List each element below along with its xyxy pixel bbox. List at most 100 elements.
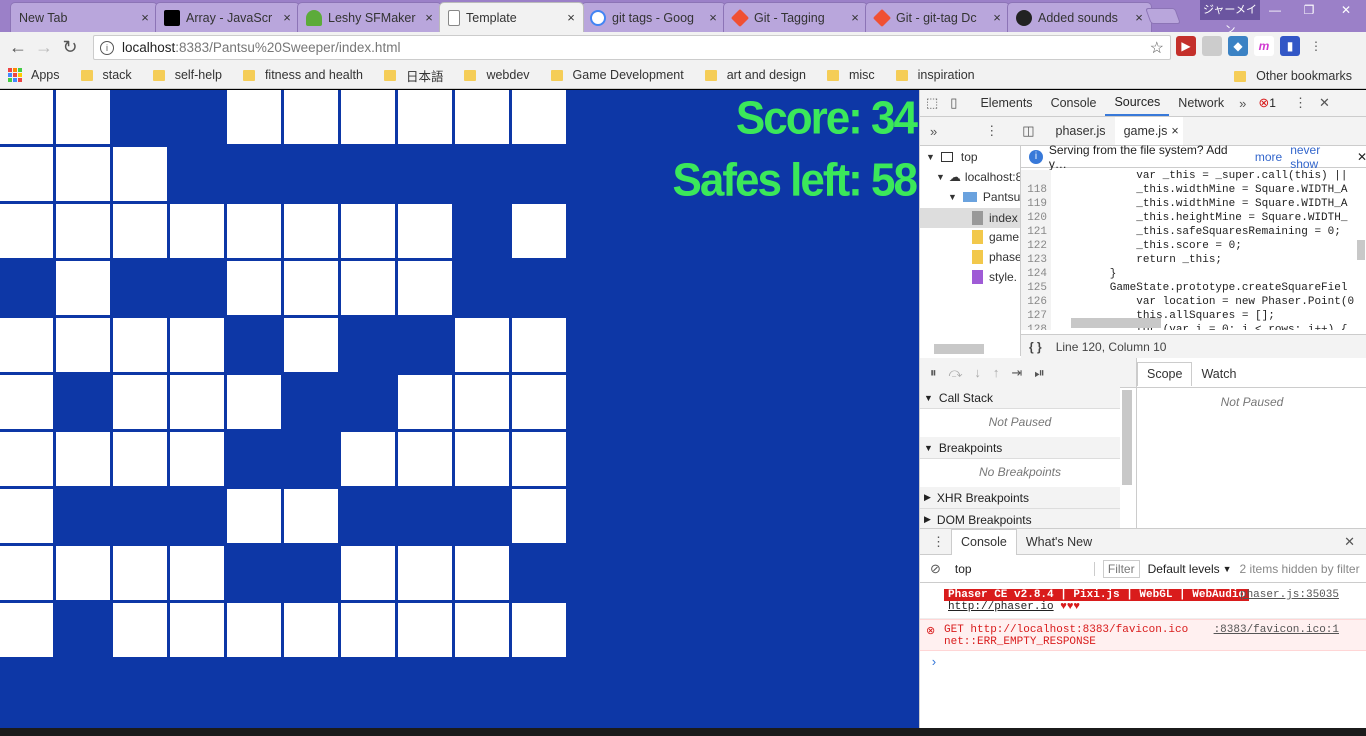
minefield-square[interactable] — [113, 204, 167, 258]
minefield-square[interactable] — [170, 204, 224, 258]
close-icon[interactable]: × — [707, 10, 719, 25]
infobar-close-icon[interactable]: ✕ — [1357, 150, 1366, 164]
address-bar[interactable]: i localhost :8383/Pantsu%20Sweeper/index… — [93, 35, 1171, 60]
forward-icon[interactable]: → — [31, 34, 57, 60]
minefield-square[interactable] — [0, 432, 53, 486]
toggle-navigator-icon[interactable]: ◫ — [1016, 123, 1040, 139]
bookmark-folder[interactable]: 日本語 — [383, 66, 443, 85]
minefield-square[interactable] — [227, 261, 281, 315]
pause-icon[interactable]: ⏸ — [924, 365, 943, 381]
step-into-icon[interactable]: ↓ — [968, 365, 987, 380]
tab-elements[interactable]: Elements — [971, 90, 1041, 116]
step-out-icon[interactable]: ↑ — [987, 365, 1006, 380]
cube-extension-icon[interactable]: ◆ — [1228, 36, 1248, 56]
bookmark-star-icon[interactable]: ☆ — [1150, 38, 1164, 58]
nav-folder[interactable]: ▼ Pantsu — [948, 190, 1020, 204]
minefield-square[interactable] — [56, 147, 110, 201]
minefield-square[interactable] — [284, 489, 338, 543]
minefield-square[interactable] — [455, 375, 509, 429]
minefield-square[interactable] — [170, 318, 224, 372]
minefield-square[interactable] — [512, 318, 566, 372]
minefield-square[interactable] — [113, 546, 167, 600]
minefield-square[interactable] — [56, 204, 110, 258]
minefield-square[interactable] — [56, 261, 110, 315]
bookmark-folder[interactable]: misc — [826, 68, 875, 82]
bookmark-folder[interactable]: fitness and health — [242, 68, 363, 82]
minefield-square[interactable] — [227, 375, 281, 429]
minefield-square[interactable] — [398, 204, 452, 258]
close-icon[interactable]: × — [423, 10, 435, 25]
bookmark-folder[interactable]: Game Development — [550, 68, 684, 82]
minefield-square[interactable] — [170, 546, 224, 600]
drawer-tab-console[interactable]: Console — [951, 528, 1017, 555]
minefield-square[interactable] — [341, 204, 395, 258]
minefield-square[interactable] — [227, 204, 281, 258]
minefield-square[interactable] — [455, 318, 509, 372]
minefield-square[interactable] — [170, 375, 224, 429]
bookmark-folder[interactable]: stack — [80, 68, 132, 82]
info-icon[interactable]: i — [100, 40, 114, 55]
deactivate-breakpoints-icon[interactable]: ⇥ — [1005, 365, 1028, 381]
minefield-square[interactable] — [455, 546, 509, 600]
minefield-square[interactable] — [512, 489, 566, 543]
minefield-square[interactable] — [0, 90, 53, 144]
close-icon[interactable]: × — [991, 10, 1003, 25]
tab-template[interactable]: Template × — [439, 2, 584, 32]
bookmark-extension-icon[interactable]: ▮ — [1280, 36, 1300, 56]
filter-input[interactable]: Filter — [1102, 559, 1140, 578]
minefield-square[interactable] — [398, 375, 452, 429]
minefield-square[interactable] — [170, 432, 224, 486]
minefield-square[interactable] — [284, 90, 338, 144]
minefield-square[interactable] — [512, 603, 566, 657]
minefield-square[interactable] — [341, 90, 395, 144]
tab-scope[interactable]: Scope — [1137, 361, 1193, 386]
minefield-square[interactable] — [341, 432, 395, 486]
minefield-square[interactable] — [512, 375, 566, 429]
file-tab-phaser[interactable]: phaser.js — [1047, 117, 1115, 145]
game-canvas[interactable]: Score: 34 Safes left: 58 — [0, 90, 919, 728]
m-extension-icon[interactable]: m — [1254, 36, 1274, 56]
tab-array-javascript[interactable]: Array - JavaScr × — [155, 2, 300, 32]
minefield-square[interactable] — [398, 432, 452, 486]
code-scrollbar[interactable] — [1357, 240, 1365, 260]
close-icon[interactable]: × — [849, 10, 861, 25]
pause-on-exceptions-icon[interactable]: ⏯ — [1028, 365, 1050, 381]
bookmark-folder[interactable]: webdev — [464, 68, 530, 82]
minefield-square[interactable] — [227, 90, 281, 144]
inspect-icon[interactable]: ⬚ — [920, 95, 944, 111]
drawer-close-icon[interactable]: ✕ — [1338, 534, 1361, 550]
back-icon[interactable]: ← — [5, 34, 31, 60]
message-source[interactable]: phaser.js:35035 — [1240, 589, 1339, 601]
maximize-icon[interactable]: ❐ — [1292, 0, 1326, 20]
file-tab-game[interactable]: game.js × — [1114, 117, 1183, 145]
minefield-square[interactable] — [398, 261, 452, 315]
minefield-square[interactable] — [455, 432, 509, 486]
device-toolbar-icon[interactable]: ▯ — [944, 95, 963, 111]
minefield-square[interactable] — [56, 432, 110, 486]
code-editor[interactable]: var _this = _super.call(this) || 118 _th… — [1021, 170, 1366, 330]
devtools-menu-icon[interactable]: ⋮ — [1288, 95, 1313, 111]
minefield-square[interactable] — [284, 261, 338, 315]
minefield-square[interactable] — [0, 147, 53, 201]
minefield-square[interactable] — [227, 603, 281, 657]
minefield-square[interactable] — [398, 603, 452, 657]
reload-icon[interactable]: ↻ — [57, 34, 83, 60]
minefield-square[interactable] — [0, 204, 53, 258]
debug-scrollbar[interactable] — [1122, 390, 1132, 485]
ime-indicator[interactable]: ジャーメイン — [1200, 0, 1260, 36]
navigator-menu-icon[interactable]: ⋮ — [979, 123, 1004, 139]
tab-watch[interactable]: Watch — [1192, 360, 1245, 387]
section-call-stack[interactable]: ▼ Call Stack — [920, 387, 1120, 409]
nav-file-game[interactable]: game — [972, 230, 1019, 244]
minefield-square[interactable] — [56, 90, 110, 144]
minefield-square[interactable] — [170, 603, 224, 657]
tab-git-tagging[interactable]: Git - Tagging × — [723, 2, 868, 32]
minefield-square[interactable] — [0, 489, 53, 543]
step-over-icon[interactable]: ⤼ — [943, 365, 969, 381]
section-xhr-breakpoints[interactable]: ▶ XHR Breakpoints — [920, 487, 1120, 509]
nav-file-style[interactable]: style. — [972, 270, 1017, 284]
drawer-tab-whats-new[interactable]: What's New — [1017, 529, 1101, 554]
tab-added-sounds[interactable]: Added sounds × — [1007, 2, 1152, 32]
tab-sources[interactable]: Sources — [1105, 90, 1170, 116]
minefield-square[interactable] — [0, 603, 53, 657]
